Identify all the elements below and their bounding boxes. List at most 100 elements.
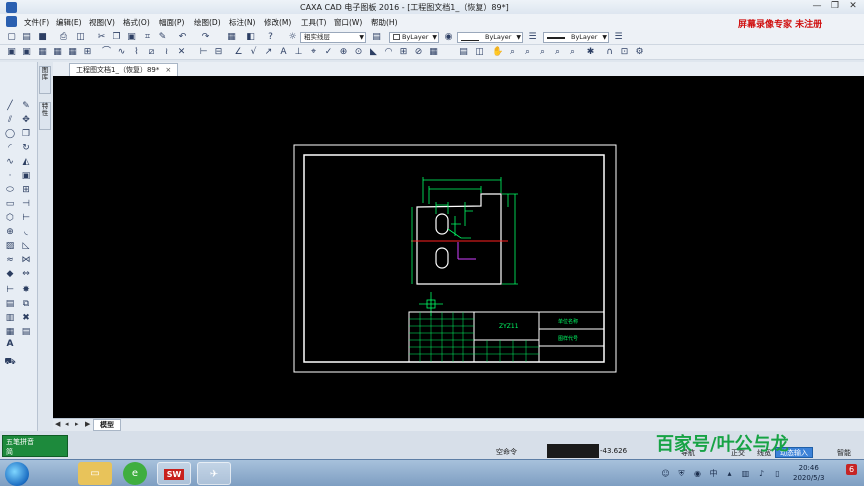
datum-icon[interactable]: ⊥ bbox=[293, 47, 304, 58]
ime-toolbar[interactable]: 五笔拼音 简 bbox=[2, 435, 68, 457]
sheet-icon[interactable]: ▣ bbox=[6, 47, 17, 58]
parts-list-icon[interactable]: ▦ bbox=[52, 47, 63, 58]
explode-icon[interactable]: ✸ bbox=[20, 284, 32, 296]
redo-icon[interactable]: ↷ bbox=[200, 32, 211, 43]
text-icon[interactable]: A bbox=[278, 47, 289, 58]
polyline-icon[interactable]: ⌇ bbox=[131, 47, 142, 58]
settings-icon[interactable]: ⚙ bbox=[634, 47, 645, 58]
close-tab-icon[interactable]: × bbox=[165, 66, 171, 74]
wave-icon[interactable]: ≈ bbox=[4, 254, 16, 266]
table-icon[interactable]: ▦ bbox=[4, 326, 16, 338]
text-icon[interactable]: A bbox=[4, 338, 16, 350]
sogou-ime-bar[interactable] bbox=[547, 444, 599, 458]
caxa-cad-icon[interactable]: ✈ bbox=[197, 462, 231, 485]
arc-dim-icon[interactable]: ◠ bbox=[383, 47, 394, 58]
offset-icon[interactable]: ⧉ bbox=[20, 298, 32, 310]
break-dim-icon[interactable]: ⊘ bbox=[413, 47, 424, 58]
roughness-icon[interactable]: ✓ bbox=[323, 47, 334, 58]
leader-icon[interactable]: ↗ bbox=[263, 47, 274, 58]
magnet-icon[interactable]: ∩ bbox=[604, 47, 615, 58]
menu-help[interactable]: 帮助(H) bbox=[371, 17, 398, 28]
layer-combo[interactable]: 粗实线层 ▼ bbox=[300, 32, 366, 43]
shield-icon[interactable]: ⛨ bbox=[676, 468, 687, 479]
ime-tray-icon[interactable]: 中 bbox=[708, 468, 719, 479]
chamfer-dim-icon[interactable]: ◣ bbox=[368, 47, 379, 58]
minimize-button[interactable]: — bbox=[808, 1, 826, 12]
zoom-extents-icon[interactable]: ⌕ bbox=[567, 47, 578, 58]
app-menu-icon[interactable] bbox=[6, 16, 17, 27]
qq-icon[interactable]: ☺ bbox=[660, 468, 671, 479]
help-icon[interactable]: ? bbox=[265, 32, 276, 43]
windows-explorer-icon[interactable]: ▭ bbox=[78, 462, 112, 485]
stretch-icon[interactable]: ⇔ bbox=[20, 268, 32, 280]
last-layout-icon[interactable]: ▶ bbox=[85, 420, 90, 428]
spline-icon[interactable]: ∿ bbox=[4, 156, 16, 168]
weld-icon[interactable]: ⌖ bbox=[308, 47, 319, 58]
brush-icon[interactable]: ✎ bbox=[157, 32, 168, 43]
menu-view[interactable]: 视图(V) bbox=[89, 17, 115, 28]
smart-snap-toggle[interactable]: 智能 bbox=[832, 447, 856, 458]
centerline-icon[interactable]: ⊕ bbox=[338, 47, 349, 58]
save-icon[interactable]: ■ bbox=[37, 32, 48, 43]
fill-icon[interactable]: ◆ bbox=[4, 268, 16, 280]
linetype-manager-icon[interactable]: ☰ bbox=[527, 32, 538, 43]
hatch-icon[interactable]: ⧄ bbox=[146, 47, 157, 58]
redraw-icon[interactable]: ✱ bbox=[585, 47, 596, 58]
center-line-icon[interactable]: ⊕ bbox=[4, 226, 16, 238]
lineweight-combo[interactable]: ByLayer ▼ bbox=[543, 32, 609, 43]
car-icon[interactable]: ⛟ bbox=[4, 356, 16, 368]
paste-icon[interactable]: ▣ bbox=[126, 32, 137, 43]
color-palette-icon[interactable]: ◉ bbox=[443, 32, 454, 43]
menu-sheet[interactable]: 幅面(P) bbox=[159, 17, 184, 28]
measure-icon[interactable]: ⊡ bbox=[619, 47, 630, 58]
chamfer-icon[interactable]: ◺ bbox=[20, 240, 32, 252]
block-create-icon[interactable]: ▤ bbox=[4, 298, 16, 310]
tab-library[interactable]: 图库 bbox=[39, 66, 51, 94]
menu-dimension[interactable]: 标注(N) bbox=[229, 17, 255, 28]
tray-expand-icon[interactable]: ▴ bbox=[724, 468, 735, 479]
symbol-icon[interactable]: ⊞ bbox=[82, 47, 93, 58]
next-layout-icon[interactable]: ▸ bbox=[75, 420, 79, 428]
volume-icon[interactable]: ♪ bbox=[756, 468, 767, 479]
frame-icon[interactable]: ▣ bbox=[21, 47, 32, 58]
menu-tools[interactable]: 工具(T) bbox=[301, 17, 326, 28]
power-icon[interactable]: ▯ bbox=[772, 468, 783, 479]
menu-draw[interactable]: 绘图(D) bbox=[194, 17, 221, 28]
array-icon[interactable]: ⊞ bbox=[20, 184, 32, 196]
menu-file[interactable]: 文件(F) bbox=[24, 17, 49, 28]
coordinate-dim-icon[interactable]: ⊞ bbox=[398, 47, 409, 58]
document-tab[interactable]: 工程图文档1_（恢复）89* × bbox=[69, 63, 179, 76]
pan-icon[interactable]: ✋ bbox=[492, 47, 503, 58]
undo-icon[interactable]: ↶ bbox=[177, 32, 188, 43]
notification-icon[interactable]: 6 bbox=[846, 464, 857, 475]
zoom-previous-icon[interactable]: ⌕ bbox=[552, 47, 563, 58]
tab-model[interactable]: 模型 bbox=[93, 419, 121, 431]
solidworks-2016-icon[interactable]: SW bbox=[157, 462, 191, 485]
restore-button[interactable]: ❐ bbox=[826, 1, 844, 12]
pencil-icon[interactable]: ✎ bbox=[20, 100, 32, 112]
menu-modify[interactable]: 修改(M) bbox=[264, 17, 291, 28]
security-icon[interactable]: ◉ bbox=[692, 468, 703, 479]
table-icon[interactable]: ▦ bbox=[428, 47, 439, 58]
circle-icon[interactable]: ◯ bbox=[4, 128, 16, 140]
open-file-icon[interactable]: ▤ bbox=[21, 32, 32, 43]
spline-icon[interactable]: ≀ bbox=[161, 47, 172, 58]
layer-state-icon[interactable]: ☼ bbox=[287, 32, 298, 43]
rotate-icon[interactable]: ↻ bbox=[20, 142, 32, 154]
parallel-line-icon[interactable]: ⫽ bbox=[4, 114, 16, 126]
angle-dim-icon[interactable]: ∠ bbox=[233, 47, 244, 58]
align-icon[interactable]: ⊟ bbox=[213, 47, 224, 58]
tolerance-icon[interactable]: √ bbox=[248, 47, 259, 58]
image-icon[interactable]: ▥ bbox=[4, 312, 16, 324]
mirror-icon[interactable]: ◭ bbox=[20, 156, 32, 168]
block-icon[interactable]: ▦ bbox=[67, 47, 78, 58]
ellipse-icon[interactable]: ⬭ bbox=[4, 184, 16, 196]
dim-icon[interactable]: ⊢ bbox=[4, 284, 16, 296]
zoom-window-icon[interactable]: ⌕ bbox=[522, 47, 533, 58]
color-combo[interactable]: ByLayer ▼ bbox=[389, 32, 439, 43]
layer-icon[interactable]: ◫ bbox=[474, 47, 485, 58]
layer-manager-icon[interactable]: ▤ bbox=[371, 32, 382, 43]
arc-icon[interactable]: ◜ bbox=[4, 142, 16, 154]
zoom-icon[interactable]: ⌕ bbox=[507, 47, 518, 58]
break-icon[interactable]: ⋈ bbox=[20, 254, 32, 266]
